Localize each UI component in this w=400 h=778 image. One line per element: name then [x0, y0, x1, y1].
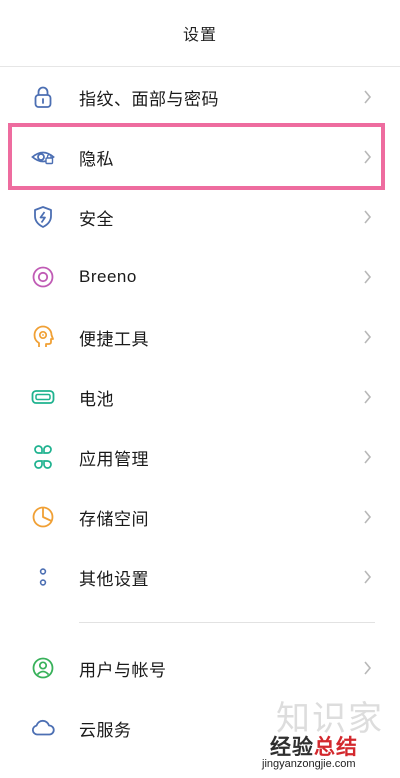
- settings-item-app-management[interactable]: 应用管理: [0, 427, 400, 487]
- settings-item-label: 用户与帐号: [79, 660, 167, 680]
- settings-item-label: 存储空间: [79, 509, 149, 529]
- chevron-right-icon: [364, 570, 372, 584]
- chevron-right-icon: [364, 661, 372, 675]
- settings-item-convenience-tools[interactable]: 便捷工具: [0, 307, 400, 367]
- chevron-right-icon: [364, 390, 372, 404]
- chevron-right-icon: [364, 510, 372, 524]
- settings-item-label: 云服务: [79, 720, 132, 740]
- shield-lightning-icon: [30, 204, 56, 230]
- settings-item-label: Breeno: [79, 267, 137, 286]
- settings-item-label: 便捷工具: [79, 329, 149, 349]
- settings-item-storage[interactable]: 存储空间: [0, 487, 400, 547]
- more-dots-icon: [30, 564, 56, 590]
- settings-item-label: 指纹、面部与密码: [79, 89, 219, 109]
- group-divider: [79, 622, 375, 623]
- settings-item-battery[interactable]: 电池: [0, 367, 400, 427]
- settings-item-label: 安全: [79, 209, 114, 229]
- settings-item-label: 电池: [79, 389, 114, 409]
- watermark-chinese-right: 总结: [314, 736, 358, 759]
- settings-item-breeno[interactable]: Breeno: [0, 247, 400, 307]
- watermark-chinese: 经验总结: [270, 731, 358, 761]
- breeno-icon: [30, 264, 56, 290]
- chevron-right-icon: [364, 270, 372, 284]
- battery-icon: [30, 384, 56, 410]
- chevron-right-icon: [364, 330, 372, 344]
- chevron-right-icon: [364, 450, 372, 464]
- head-gear-icon: [30, 324, 56, 350]
- user-icon: [30, 655, 56, 681]
- storage-pie-icon: [30, 504, 56, 530]
- settings-item-fingerprint-face-password[interactable]: 指纹、面部与密码: [0, 67, 400, 127]
- cloud-icon: [30, 715, 56, 741]
- lock-icon: [30, 84, 56, 110]
- watermark-top-text: 知识家: [276, 699, 384, 739]
- chevron-right-icon: [364, 90, 372, 104]
- highlight-box: [8, 123, 385, 190]
- settings-item-users-accounts[interactable]: 用户与帐号: [0, 638, 400, 698]
- apps-grid-icon: [30, 444, 56, 470]
- watermark-url: jingyanzongjie.com: [262, 758, 356, 770]
- settings-item-label: 其他设置: [79, 569, 149, 589]
- settings-item-other-settings[interactable]: 其他设置: [0, 547, 400, 607]
- settings-item-security[interactable]: 安全: [0, 187, 400, 247]
- page-header: 设置: [0, 0, 400, 66]
- chevron-right-icon: [364, 210, 372, 224]
- page-title: 设置: [182, 27, 217, 44]
- watermark-chinese-left: 经验: [270, 736, 314, 759]
- settings-item-label: 应用管理: [79, 449, 149, 469]
